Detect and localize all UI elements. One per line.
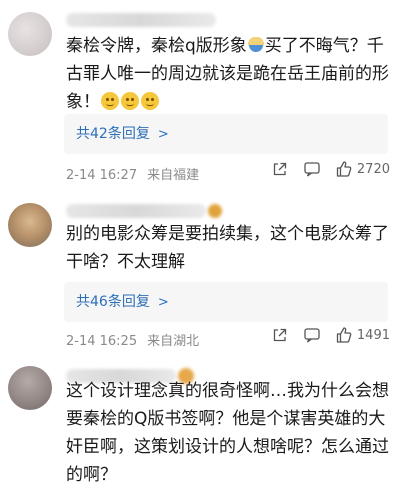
chevron-right-icon: >: [157, 127, 169, 142]
comment-text: 别的电影众筹是要拍续集，这个电影众筹了干啥？不太理解: [66, 224, 389, 272]
like-button[interactable]: 2720: [335, 160, 390, 178]
comment-actions: 1491: [257, 326, 390, 344]
replies-label: 共42条回复: [76, 126, 150, 142]
comment-location: 来自福建: [147, 168, 200, 183]
bowl-emoji-icon: [247, 37, 265, 53]
replies-label: 共46条回复: [76, 294, 150, 310]
comment-text-part: 秦桧令牌，秦桧q版形象: [66, 36, 247, 56]
avatar[interactable]: [8, 366, 52, 410]
like-icon: [336, 161, 352, 177]
view-replies-button[interactable]: 共42条回复 >: [64, 114, 388, 154]
comment-meta: 2-14 16:25 来自湖北: [66, 330, 199, 349]
like-count: 2720: [356, 161, 390, 177]
comment-text: 秦桧令牌，秦桧q版形象 买了不晦气？千古罪人唯一的周边就该是跪在岳王庙前的形象！: [66, 32, 390, 116]
badge-blurred: [208, 204, 222, 218]
chevron-right-icon: >: [157, 295, 169, 310]
avatar[interactable]: [8, 203, 52, 247]
comment-location: 来自湖北: [147, 334, 200, 349]
username-blurred[interactable]: [66, 13, 216, 27]
smile-emoji-icon: [121, 92, 139, 110]
comment-item: 秦桧令牌，秦桧q版形象 买了不晦气？千古罪人唯一的周边就该是跪在岳王庙前的形象！ …: [0, 0, 400, 190]
view-replies-button[interactable]: 共46条回复 >: [64, 282, 388, 322]
comment-button[interactable]: [303, 326, 321, 344]
comment-item: 别的电影众筹是要拍续集，这个电影众筹了干啥？不太理解 共46条回复 > 2-14 …: [0, 193, 400, 356]
like-count: 1491: [356, 327, 390, 343]
comment-button[interactable]: [303, 160, 321, 178]
smile-emoji-icon: [101, 92, 119, 110]
comment-time: 2-14 16:25: [66, 334, 138, 349]
avatar[interactable]: [8, 12, 52, 56]
comment-meta: 2-14 16:27 来自福建: [66, 164, 199, 183]
share-button[interactable]: [271, 160, 289, 178]
share-icon: [273, 328, 287, 342]
username-blurred[interactable]: [66, 204, 206, 218]
like-icon: [336, 327, 352, 343]
comment-item: 这个设计理念真的很奇怪啊…我为什么会想要秦桧的Q版书签啊？他是个谋害英雄的大奸臣…: [0, 358, 400, 491]
comment-text: 这个设计理念真的很奇怪啊…我为什么会想要秦桧的Q版书签啊？他是个谋害英雄的大奸臣…: [66, 381, 389, 485]
comment-actions: 2720: [257, 160, 390, 178]
like-button[interactable]: 1491: [335, 326, 390, 344]
share-icon: [273, 162, 287, 176]
share-button[interactable]: [271, 326, 289, 344]
comment-time: 2-14 16:27: [66, 168, 138, 183]
comment-icon: [304, 162, 320, 177]
comment-icon: [304, 328, 320, 343]
smile-emoji-icon: [141, 92, 159, 110]
